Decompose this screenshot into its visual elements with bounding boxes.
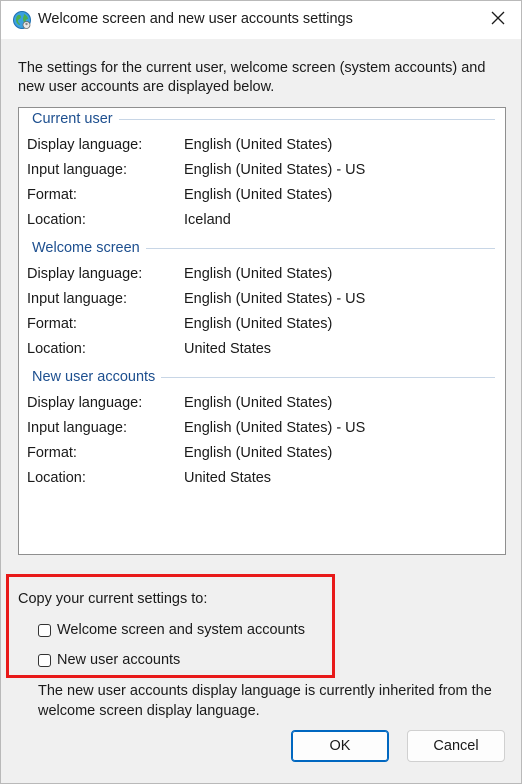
close-button[interactable]: [475, 1, 521, 39]
group-header-new-user-accounts: New user accounts: [32, 366, 495, 388]
setting-value: English (United States): [184, 316, 333, 332]
setting-value: English (United States): [184, 187, 333, 203]
close-icon: [491, 11, 505, 29]
title-bar: Welcome screen and new user accounts set…: [1, 1, 521, 39]
group-header-label: New user accounts: [32, 369, 156, 385]
copy-settings-label: Copy your current settings to:: [18, 591, 208, 607]
group-header-label: Current user: [32, 111, 113, 127]
setting-value: English (United States): [184, 445, 333, 461]
setting-value: Iceland: [184, 212, 231, 228]
group-divider: [145, 247, 495, 249]
setting-value: United States: [184, 470, 272, 486]
setting-label: Location:: [27, 212, 86, 228]
cancel-button[interactable]: Cancel: [407, 730, 505, 762]
inheritance-note: The new user accounts display language i…: [38, 683, 492, 719]
globe-icon: [12, 10, 32, 30]
dialog-window: Welcome screen and new user accounts set…: [0, 0, 522, 784]
setting-value: English (United States): [184, 266, 333, 282]
window-title: Welcome screen and new user accounts set…: [38, 11, 353, 27]
setting-label: Display language:: [27, 266, 143, 282]
setting-label: Format:: [27, 316, 77, 332]
setting-value: English (United States): [184, 395, 333, 411]
group-divider: [118, 118, 495, 120]
setting-value: English (United States): [184, 137, 333, 153]
setting-label: Format:: [27, 187, 77, 203]
welcome-screen-checkbox[interactable]: [38, 623, 51, 637]
setting-value: English (United States) - US: [184, 162, 366, 178]
setting-label: Display language:: [27, 395, 143, 411]
group-header-welcome-screen: Welcome screen: [32, 237, 495, 259]
group-divider: [161, 376, 495, 378]
welcome-screen-checkbox-label[interactable]: Welcome screen and system accounts: [57, 622, 305, 638]
setting-label: Format:: [27, 445, 77, 461]
welcome-screen-checkbox-row[interactable]: Welcome screen and system accounts: [38, 620, 305, 640]
setting-value: English (United States) - US: [184, 420, 366, 436]
setting-value: English (United States) - US: [184, 291, 366, 307]
new-user-accounts-checkbox-label[interactable]: New user accounts: [57, 652, 180, 668]
setting-label: Input language:: [27, 291, 127, 307]
ok-button[interactable]: OK: [291, 730, 389, 762]
setting-label: Input language:: [27, 162, 127, 178]
intro-text: The settings for the current user, welco…: [18, 60, 486, 95]
new-user-accounts-checkbox-row[interactable]: New user accounts: [38, 650, 180, 670]
group-header-current-user: Current user: [32, 108, 495, 130]
setting-label: Location:: [27, 341, 86, 357]
setting-label: Display language:: [27, 137, 143, 153]
settings-list[interactable]: Current user Display language: English (…: [18, 107, 506, 555]
setting-label: Location:: [27, 470, 86, 486]
setting-label: Input language:: [27, 420, 127, 436]
new-user-accounts-checkbox[interactable]: [38, 653, 51, 667]
setting-value: United States: [184, 341, 272, 357]
group-header-label: Welcome screen: [32, 240, 140, 256]
